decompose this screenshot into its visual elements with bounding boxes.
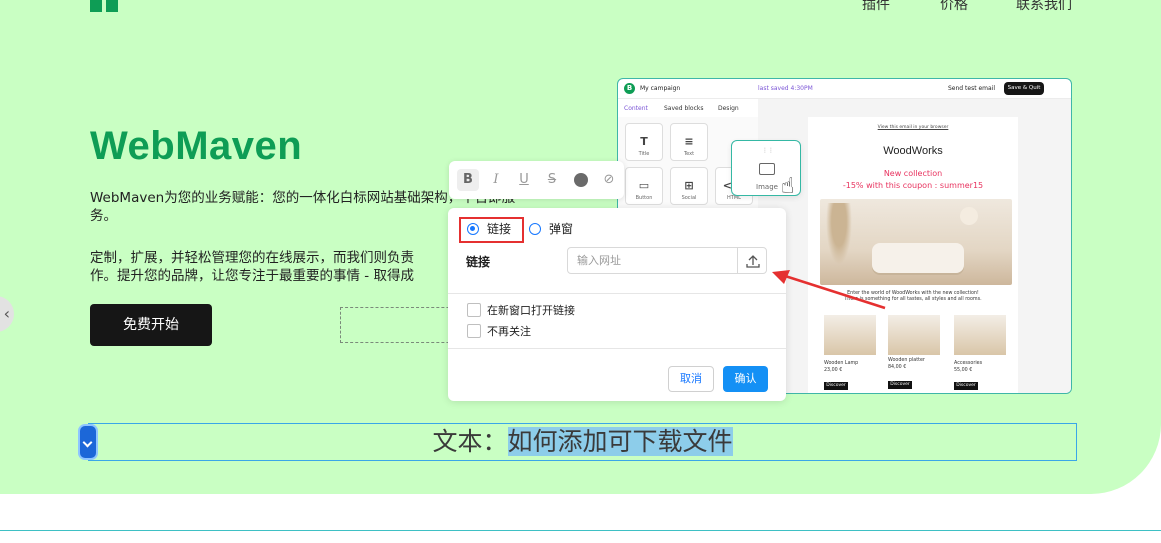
block-social[interactable]: ⊞ Social — [670, 167, 708, 205]
confirm-button[interactable]: 确认 — [723, 366, 768, 392]
checkbox-open-new-window[interactable] — [467, 303, 481, 317]
send-test-email-button[interactable]: Send test email — [948, 85, 995, 92]
radio-unselected-icon[interactable] — [529, 223, 541, 235]
tab-content[interactable]: Content — [624, 105, 648, 112]
divider — [448, 348, 786, 349]
campaign-title: My campaign — [640, 85, 681, 92]
link-settings-panel: 链接 弹窗 链接 在新窗口打开链接 不再关注 取消 确认 — [448, 208, 786, 401]
button-icon: ▭ — [638, 179, 650, 192]
radio-selected-icon[interactable] — [467, 223, 479, 235]
block-button[interactable]: ▭ Button — [625, 167, 663, 205]
product-price: 55,00 € — [954, 368, 973, 373]
block-label: Title — [638, 151, 650, 157]
divider — [448, 293, 786, 294]
block-text[interactable]: ≡ Text — [670, 123, 708, 161]
product-image — [954, 315, 1006, 355]
bold-icon[interactable]: B — [457, 169, 479, 191]
editor-tabs: Content Saved blocks Design — [618, 99, 758, 117]
editor-logo-icon: B — [624, 83, 635, 94]
bottom-divider — [0, 530, 1161, 531]
italic-icon[interactable]: I — [485, 169, 507, 191]
url-input[interactable] — [567, 247, 738, 274]
cancel-button[interactable]: 取消 — [668, 366, 714, 392]
caption-highlighted: 如何添加可下载文件 — [507, 427, 733, 456]
annotation-arrow-icon — [772, 270, 886, 310]
nav-plugins[interactable]: 插件 — [862, 0, 890, 14]
text-icon: ≡ — [684, 135, 694, 148]
product-name: Wooden Lamp — [824, 361, 859, 366]
brand-title: WebMaven — [90, 124, 303, 168]
block-label: Button — [635, 195, 653, 201]
product-name: Wooden platter — [888, 358, 925, 363]
promo-line-2: -15% with this coupon : summer15 — [842, 181, 984, 190]
product-image — [888, 315, 940, 355]
checkbox-nofollow[interactable] — [467, 324, 481, 338]
strikethrough-icon[interactable]: S — [541, 169, 563, 191]
email-preview: View this email in your browser WoodWork… — [808, 117, 1018, 393]
discover-button[interactable]: Discover — [824, 382, 848, 390]
lamp-decoration — [960, 207, 978, 225]
nofollow-label: 不再关注 — [487, 325, 531, 338]
link-field-label: 链接 — [466, 255, 491, 269]
underline-icon[interactable]: U — [513, 169, 535, 191]
product-price: 84,00 € — [888, 365, 907, 370]
discover-button[interactable]: Discover — [954, 382, 978, 390]
logo-icon — [90, 0, 118, 12]
email-brand: WoodWorks — [883, 145, 943, 157]
screen: 插件 价格 联系我们 WebMaven WebMaven为您的业务赋能：您的一体… — [0, 0, 1161, 543]
product-price: 23,00 € — [824, 368, 843, 373]
last-saved-status: last saved 4:30PM — [758, 85, 813, 92]
open-new-window-label: 在新窗口打开链接 — [487, 304, 575, 317]
discover-button[interactable]: Discover — [888, 381, 912, 389]
tab-design[interactable]: Design — [718, 105, 739, 112]
title-icon: T — [640, 135, 648, 148]
nav-contact[interactable]: 联系我们 — [1016, 0, 1072, 14]
caption-text[interactable]: 文本：如何添加可下载文件 — [88, 423, 1077, 461]
social-icon: ⊞ — [684, 179, 694, 192]
promo-line-1: New collection — [883, 169, 943, 178]
block-label: Social — [681, 195, 697, 201]
product-name: Accessories — [954, 361, 983, 366]
product-image — [824, 315, 876, 355]
block-title[interactable]: T Title — [625, 123, 663, 161]
text-format-toolbar: B I U S ⊘ — [449, 161, 624, 199]
start-free-button[interactable]: 免费开始 — [90, 304, 212, 346]
view-in-browser-link[interactable]: View this email in your browser — [808, 125, 1018, 130]
image-icon — [759, 163, 775, 175]
hand-cursor-icon: ☝ — [781, 174, 795, 199]
editor-topbar: B My campaign last saved 4:30PM Send tes… — [618, 79, 1071, 99]
color-icon[interactable] — [574, 173, 588, 187]
block-label: Text — [683, 151, 695, 157]
caption-prefix: 文本： — [432, 427, 508, 456]
radio-link-label: 链接 — [487, 222, 512, 236]
save-quit-button[interactable]: Save & Quit — [1004, 82, 1044, 95]
link-icon[interactable]: ⊘ — [598, 169, 620, 191]
plant-decoration — [826, 203, 852, 265]
tab-saved-blocks[interactable]: Saved blocks — [664, 105, 704, 112]
nav-pricing[interactable]: 价格 — [940, 0, 968, 14]
radio-popup-label: 弹窗 — [549, 222, 574, 236]
drag-handle-icon: ⋮⋮ — [762, 147, 774, 154]
